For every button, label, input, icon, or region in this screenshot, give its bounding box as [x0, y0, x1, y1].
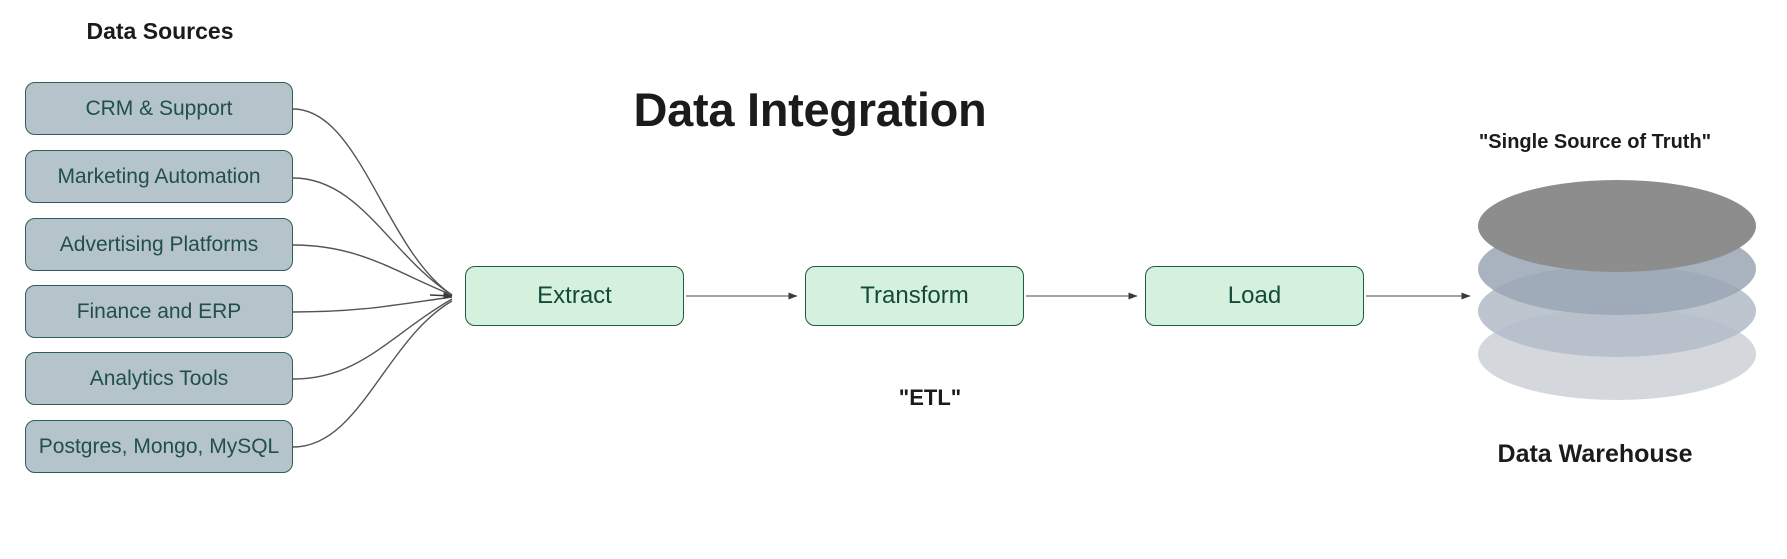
pipeline-stage-label: Load — [1227, 281, 1282, 309]
single-source-of-truth-label: "Single Source of Truth" — [1478, 131, 1712, 153]
source-node-marketing-automation[interactable]: Marketing Automation — [25, 150, 293, 203]
source-node-label: Advertising Platforms — [59, 232, 259, 256]
source-node-databases[interactable]: Postgres, Mongo, MySQL — [25, 420, 293, 473]
source-node-label: Postgres, Mongo, MySQL — [38, 434, 280, 458]
source-node-finance-erp[interactable]: Finance and ERP — [25, 285, 293, 338]
pipeline-stage-transform[interactable]: Transform — [805, 266, 1024, 326]
edge-crm-to-extract — [292, 108, 453, 296]
source-node-label: Finance and ERP — [76, 299, 242, 323]
edge-marketing-to-extract — [292, 177, 453, 296]
pipeline-stage-label: Transform — [860, 281, 969, 309]
edge-analytics-to-extract — [292, 298, 453, 380]
pipeline-stage-load[interactable]: Load — [1145, 266, 1364, 326]
database-disc-top — [1478, 180, 1756, 272]
data-warehouse-label: Data Warehouse — [1497, 440, 1693, 468]
database-icon — [1478, 180, 1756, 400]
edge-databases-to-extract — [292, 300, 453, 448]
source-node-crm-support[interactable]: CRM & Support — [25, 82, 293, 135]
diagram-title: Data Integration — [633, 83, 987, 136]
etl-caption: "ETL" — [898, 385, 962, 410]
source-node-advertising-platforms[interactable]: Advertising Platforms — [25, 218, 293, 271]
edge-advertising-to-extract — [292, 244, 453, 296]
pipeline-stage-label: Extract — [537, 281, 612, 309]
edge-finance-to-extract — [292, 296, 453, 313]
diagram-canvas: Data Sources CRM & Support Marketing Aut… — [0, 0, 1787, 559]
data-sources-heading: Data Sources — [86, 18, 234, 44]
edge-sources-arrowhead — [429, 292, 453, 300]
pipeline-stage-extract[interactable]: Extract — [465, 266, 684, 326]
source-node-analytics-tools[interactable]: Analytics Tools — [25, 352, 293, 405]
source-node-label: CRM & Support — [85, 96, 233, 120]
source-node-label: Analytics Tools — [89, 366, 229, 390]
source-node-label: Marketing Automation — [57, 164, 261, 188]
